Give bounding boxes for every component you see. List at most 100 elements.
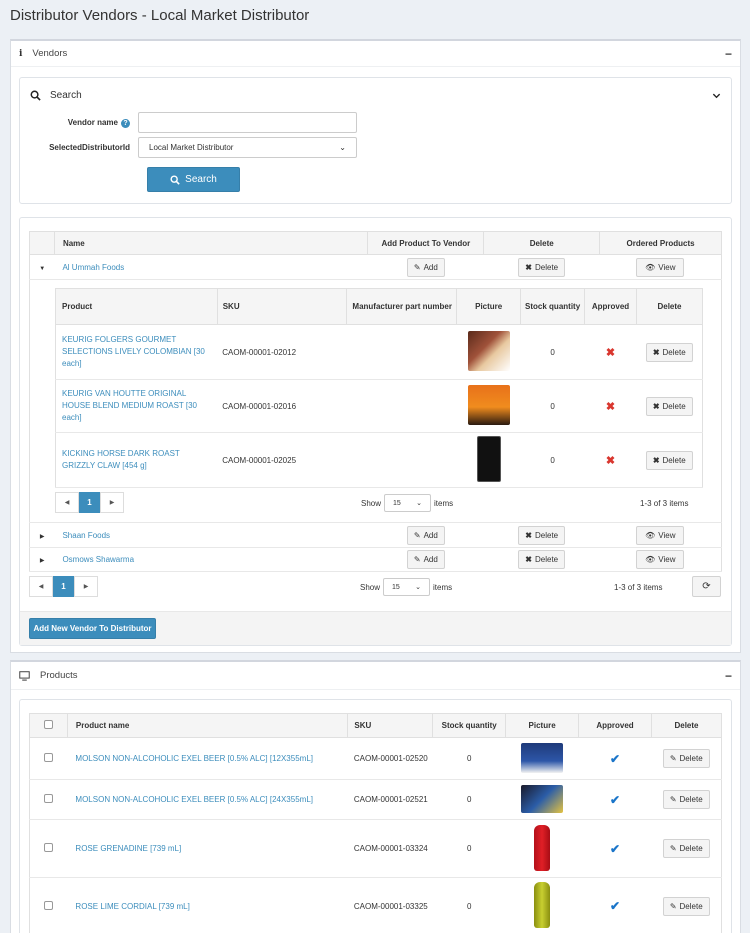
row-checkbox[interactable] xyxy=(44,753,54,762)
caret-right-icon[interactable]: ▶ xyxy=(40,558,45,564)
product-link[interactable]: KICKING HORSE DARK ROAST GRIZZLY CLAW [4… xyxy=(62,449,180,470)
help-icon[interactable]: ? xyxy=(121,118,130,128)
next-page-button[interactable]: ▶ xyxy=(100,492,124,513)
view-orders-button[interactable]: 👁 View xyxy=(636,257,685,277)
show-label: Show xyxy=(360,582,381,592)
vendor-name-input[interactable] xyxy=(138,112,357,133)
pencil-icon: ✎ xyxy=(669,795,677,804)
product-link[interactable]: MOLSON NON-ALCOHOLIC EXEL BEER [0.5% ALC… xyxy=(75,795,313,804)
mpn-cell xyxy=(346,379,457,433)
prev-page-button[interactable]: ◀ xyxy=(55,492,79,513)
col-delete: Delete xyxy=(650,713,723,738)
delete-product-button[interactable]: ✎ Delete xyxy=(662,790,710,809)
product-picture[interactable] xyxy=(534,824,551,871)
row-checkbox[interactable] xyxy=(44,794,54,803)
table-row: MOLSON NON-ALCOHOLIC EXEL BEER [0.5% ALC… xyxy=(29,737,722,780)
col-approved[interactable]: Approved xyxy=(578,713,652,738)
chevron-down-icon: ⌄ xyxy=(416,500,423,507)
products-panel-header[interactable]: Products − xyxy=(11,662,740,690)
x-icon: ✖ xyxy=(605,400,616,413)
search-icon xyxy=(170,174,180,185)
product-picture[interactable] xyxy=(534,882,551,928)
view-orders-button[interactable]: 👁 View xyxy=(636,525,685,545)
col-stock[interactable]: Stock quantity xyxy=(520,288,586,325)
product-picture[interactable] xyxy=(467,331,510,371)
col-sku[interactable]: SKU xyxy=(216,288,348,325)
distributor-select[interactable]: Local Market Distributor ⌄ xyxy=(138,137,357,158)
col-sku[interactable]: SKU xyxy=(347,713,434,738)
table-row: ROSE LIME CORDIAL [739 mL] CAOM-00001-03… xyxy=(29,877,722,933)
vendors-panel-title: Vendors xyxy=(32,48,68,59)
page-button[interactable]: 1 xyxy=(79,492,100,513)
next-page-button[interactable]: ▶ xyxy=(74,576,98,597)
add-product-button[interactable]: ✎ Add xyxy=(406,550,445,569)
page-button[interactable]: 1 xyxy=(53,576,74,597)
col-approved[interactable]: Approved xyxy=(584,288,637,325)
product-picture[interactable] xyxy=(521,742,564,773)
vendor-link[interactable]: Al Ummah Foods xyxy=(62,263,124,272)
vendor-link[interactable]: Shaan Foods xyxy=(62,531,110,540)
product-link[interactable]: KEURIG FOLGERS GOURMET SELECTIONS LIVELY… xyxy=(62,335,205,368)
product-picture[interactable] xyxy=(521,784,564,813)
delete-product-button[interactable]: ✎ Delete xyxy=(662,749,710,768)
refresh-icon: ⟳ xyxy=(702,581,711,592)
caret-right-icon[interactable]: ▶ xyxy=(40,534,45,540)
delete-product-button[interactable]: ✎ Delete xyxy=(662,896,710,916)
col-product-name[interactable]: Product name xyxy=(66,713,349,738)
search-header[interactable]: Search xyxy=(20,78,731,112)
mpn-cell xyxy=(346,324,457,380)
col-mpn[interactable]: Manufacturer part number xyxy=(346,288,458,325)
table-row: KICKING HORSE DARK ROAST GRIZZLY CLAW [4… xyxy=(55,432,703,488)
vendors-panel-header[interactable]: i Vendors − xyxy=(11,41,740,67)
chevron-down-icon: ⌄ xyxy=(415,584,422,591)
search-title: Search xyxy=(50,89,82,101)
vendor-link[interactable]: Osmows Shawarma xyxy=(62,555,134,564)
products-panel-title: Products xyxy=(40,670,78,681)
page-size-select[interactable]: 15 ⌄ xyxy=(384,494,432,512)
pencil-icon: ✎ xyxy=(669,901,677,911)
checkmark-icon: ✔ xyxy=(610,792,621,807)
vendors-pager: ◀ 1 ▶ xyxy=(29,576,98,597)
refresh-button[interactable]: ⟳ xyxy=(692,576,721,597)
product-picture[interactable] xyxy=(467,385,510,425)
products-box: Product name SKU Stock quantity Picture … xyxy=(19,699,732,933)
add-new-vendor-button[interactable]: Add New Vendor To Distributor xyxy=(29,618,156,639)
collapse-vendors-button[interactable]: − xyxy=(725,47,732,61)
search-icon xyxy=(30,90,41,101)
product-link[interactable]: KEURIG VAN HOUTTE ORIGINAL HOUSE BLEND M… xyxy=(62,389,197,422)
stock-cell: 0 xyxy=(432,819,506,878)
product-link[interactable]: ROSE LIME CORDIAL [739 mL] xyxy=(75,902,189,911)
delete-product-button[interactable]: ✖ Delete xyxy=(645,396,693,416)
product-picture[interactable] xyxy=(476,436,501,482)
products-panel: Products − Product name SKU Stock quanti… xyxy=(10,660,741,933)
row-checkbox[interactable] xyxy=(44,843,54,852)
product-link[interactable]: ROSE GRENADINE [739 mL] xyxy=(75,844,181,853)
add-product-button[interactable]: ✎ Add xyxy=(406,257,445,277)
page-size-select[interactable]: 15 ⌄ xyxy=(383,578,431,596)
vendors-box-footer: Add New Vendor To Distributor xyxy=(20,611,731,645)
col-delete: Delete xyxy=(636,288,703,325)
delete-vendor-button[interactable]: ✖ Delete xyxy=(518,257,566,277)
col-stock[interactable]: Stock quantity xyxy=(432,713,507,738)
delete-vendor-button[interactable]: ✖ Delete xyxy=(518,525,566,545)
row-checkbox[interactable] xyxy=(44,900,54,910)
product-link[interactable]: MOLSON NON-ALCOHOLIC EXEL BEER [0.5% ALC… xyxy=(75,754,313,763)
prev-page-button[interactable]: ◀ xyxy=(29,576,53,597)
delete-product-button[interactable]: ✖ Delete xyxy=(645,450,693,470)
col-name[interactable]: Name xyxy=(53,231,369,255)
search-button[interactable]: Search xyxy=(147,167,240,192)
add-product-button[interactable]: ✎ Add xyxy=(406,525,445,545)
col-product[interactable]: Product xyxy=(55,288,218,325)
col-add-product: Add Product To Vendor xyxy=(367,231,485,255)
delete-vendor-button[interactable]: ✖ Delete xyxy=(518,550,566,569)
caret-down-icon[interactable]: ▼ xyxy=(39,266,45,272)
search-box: Search Vendor name? SelectedDistributorI… xyxy=(19,77,732,204)
collapse-products-button[interactable]: − xyxy=(725,669,732,683)
delete-product-button[interactable]: ✎ Delete xyxy=(662,839,710,858)
chevron-down-icon[interactable] xyxy=(712,91,721,100)
delete-product-button[interactable]: ✖ Delete xyxy=(645,342,693,362)
select-all-checkbox[interactable] xyxy=(43,720,53,729)
vendors-table: Name Add Product To Vendor Delete Ordere… xyxy=(29,231,722,572)
distributor-row: SelectedDistributorId Local Market Distr… xyxy=(20,137,357,158)
view-orders-button[interactable]: 👁 View xyxy=(636,550,685,569)
